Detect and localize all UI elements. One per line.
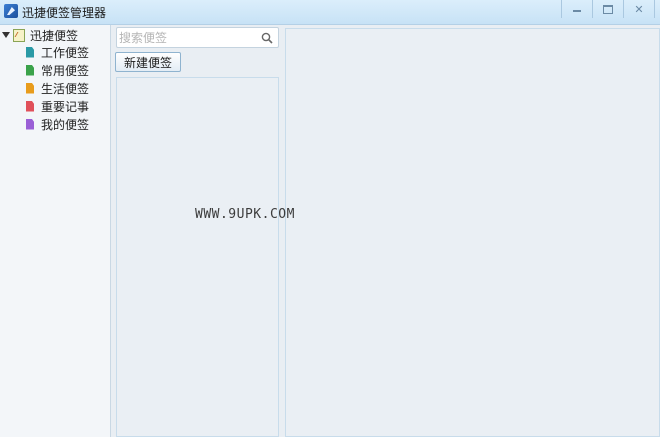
- title-bar: 迅捷便签管理器 ✕: [0, 0, 660, 25]
- sidebar-item-label: 我的便签: [41, 117, 90, 132]
- sidebar-item-work[interactable]: 工作便签: [26, 44, 89, 60]
- note-icon: [26, 118, 34, 130]
- sidebar-item-life[interactable]: 生活便签: [26, 80, 89, 96]
- note-icon: [26, 64, 34, 76]
- tree-root-item[interactable]: 迅捷便签: [2, 27, 78, 43]
- tree-root-label: 迅捷便签: [30, 28, 79, 43]
- note-icon: [26, 100, 34, 112]
- minimize-button[interactable]: [561, 0, 592, 18]
- search-box[interactable]: [116, 27, 279, 48]
- watermark-text: WWW.9UPK.COM: [195, 207, 295, 222]
- expand-caret-icon[interactable]: [2, 32, 10, 38]
- category-sidebar: 迅捷便签 工作便签 常用便签 生活便签 重要记事 我的便签: [0, 25, 111, 437]
- sidebar-item-label: 生活便签: [41, 81, 90, 96]
- window-title: 迅捷便签管理器: [22, 6, 107, 20]
- app-icon: [4, 4, 18, 18]
- sidebar-item-label: 重要记事: [41, 99, 90, 114]
- note-list[interactable]: [116, 77, 279, 437]
- maximize-icon: [603, 4, 613, 14]
- note-content-pane[interactable]: [285, 28, 660, 437]
- new-note-button[interactable]: 新建便签: [115, 52, 181, 72]
- note-icon: [26, 82, 34, 94]
- sidebar-item-label: 常用便签: [41, 63, 90, 78]
- close-icon: ✕: [634, 2, 644, 16]
- sidebar-item-important[interactable]: 重要记事: [26, 98, 89, 114]
- search-icon[interactable]: [261, 32, 273, 44]
- maximize-button[interactable]: [592, 0, 623, 18]
- sidebar-item-label: 工作便签: [41, 45, 90, 60]
- note-icon: [26, 46, 34, 58]
- close-button[interactable]: ✕: [623, 0, 655, 18]
- minimize-icon: [573, 10, 581, 12]
- sidebar-item-mine[interactable]: 我的便签: [26, 116, 89, 132]
- sidebar-item-common[interactable]: 常用便签: [26, 62, 89, 78]
- note-list-panel: 新建便签: [112, 25, 282, 437]
- search-input[interactable]: [119, 29, 259, 46]
- notebook-icon: [13, 28, 25, 42]
